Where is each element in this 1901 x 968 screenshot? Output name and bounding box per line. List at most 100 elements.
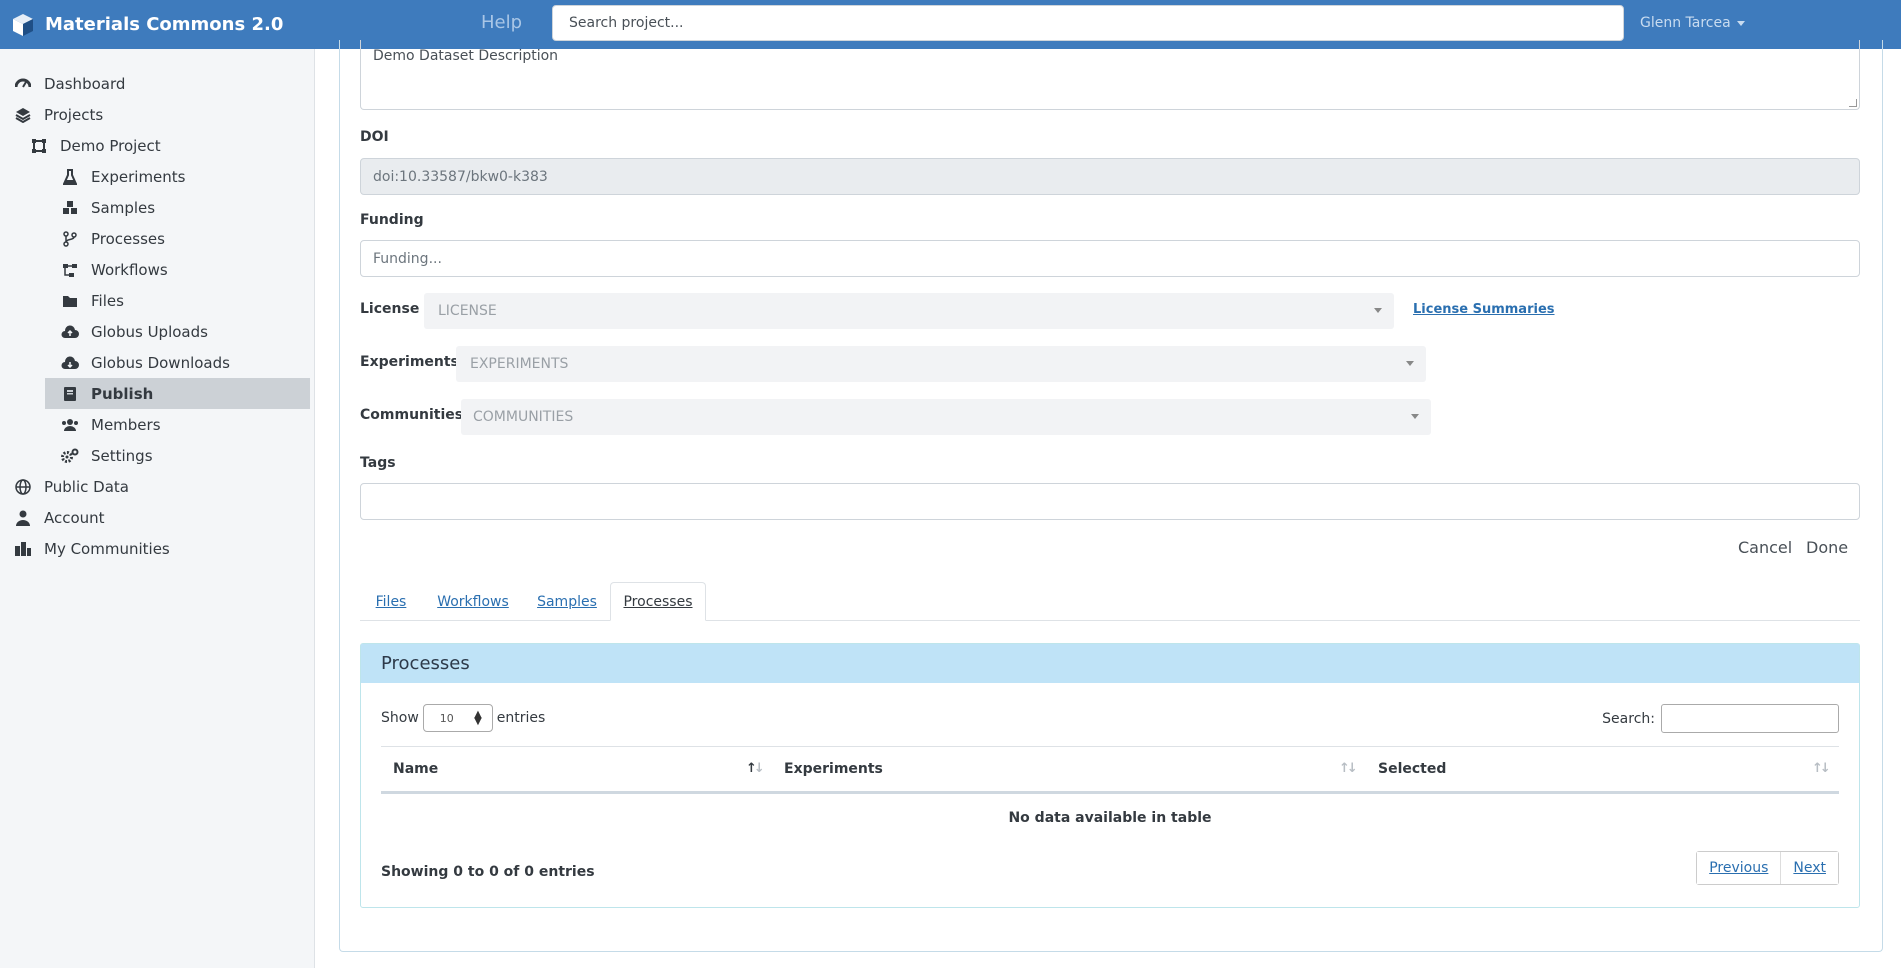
sidebar-item-samples[interactable]: Samples: [61, 192, 155, 223]
sidebar-item-label: Workflows: [91, 260, 168, 279]
sidebar-item-label: Publish: [91, 384, 154, 403]
processes-table: Name ↑↓ Experiments ↑↓ Selected ↑↓ No da…: [381, 746, 1839, 842]
tab-files[interactable]: Files: [368, 582, 414, 621]
sidebar-item-processes[interactable]: Processes: [61, 223, 165, 254]
sidebar-item-dashboard[interactable]: Dashboard: [14, 68, 125, 99]
license-label: License: [360, 301, 420, 317]
entries-label: entries: [496, 710, 546, 726]
next-button[interactable]: Next: [1780, 852, 1838, 884]
sidebar-item-account[interactable]: Account: [14, 502, 105, 533]
done-button[interactable]: Done: [1806, 538, 1848, 557]
tab-processes[interactable]: Processes: [610, 582, 706, 621]
license-summaries-link[interactable]: License Summaries: [1413, 302, 1555, 317]
sidebar-item-label: Samples: [91, 198, 156, 217]
sidebar-item-public-data[interactable]: Public Data: [14, 471, 129, 502]
table-search: Search:: [1602, 704, 1839, 733]
sidebar-item-label: Account: [44, 508, 105, 527]
book-icon: [61, 385, 79, 403]
sidebar-item-my-communities[interactable]: My Communities: [14, 533, 170, 564]
panel-title: Processes: [361, 644, 1859, 683]
experiments-value: EXPERIMENTS: [470, 356, 569, 372]
cubes-icon: [61, 199, 79, 217]
cloud-upload-icon: [61, 323, 79, 341]
sidebar-item-projects[interactable]: Projects: [14, 99, 103, 130]
sidebar-item-settings[interactable]: Settings: [61, 440, 153, 471]
communities-label: Communities: [360, 407, 464, 423]
users-icon: [61, 416, 79, 434]
layers-icon: [14, 106, 32, 124]
processes-panel: Processes Show 10 ▲ ▼ entries Search: Nam…: [360, 643, 1860, 908]
sidebar-item-label: Public Data: [44, 477, 129, 496]
sort-asc-icon[interactable]: ↑↓: [746, 761, 765, 776]
sidebar-item-demo-project[interactable]: Demo Project: [30, 130, 161, 161]
caret-down-icon: [1374, 308, 1382, 313]
sidebar-item-globus-uploads[interactable]: Globus Uploads: [61, 316, 208, 347]
caret-down-icon: [1736, 20, 1745, 26]
sidebar-item-label: My Communities: [44, 539, 170, 558]
project-icon: [30, 137, 48, 155]
column-name[interactable]: Name: [393, 761, 438, 777]
tab-workflows[interactable]: Workflows: [432, 582, 514, 621]
experiments-label: Experiments: [360, 354, 459, 370]
experiments-select[interactable]: EXPERIMENTS: [456, 346, 1426, 382]
doi-label: DOI: [360, 129, 389, 145]
brand[interactable]: Materials Commons 2.0: [11, 13, 283, 37]
cube-logo-icon: [13, 13, 33, 36]
resize-handle[interactable]: [1849, 99, 1857, 107]
tags-label: Tags: [360, 455, 396, 471]
page-length-value: 10: [439, 711, 454, 725]
sidebar-item-label: Globus Uploads: [91, 322, 208, 341]
search-label: Search:: [1602, 710, 1655, 727]
table-info: Showing 0 to 0 of 0 entries: [381, 864, 595, 880]
page-length-control: Show 10 ▲ ▼ entries: [381, 704, 545, 732]
page-length-select[interactable]: 10 ▲ ▼: [422, 704, 493, 732]
city-icon: [14, 540, 32, 558]
sidebar-item-label: Experiments: [91, 167, 186, 186]
sidebar-item-publish[interactable]: Publish: [45, 378, 310, 409]
communities-value: COMMUNITIES: [473, 409, 574, 425]
tags-input[interactable]: [360, 483, 1860, 520]
description-textarea[interactable]: Demo Dataset Description: [360, 40, 1860, 110]
sidebar-item-members[interactable]: Members: [61, 409, 161, 440]
globe-icon: [14, 478, 32, 496]
communities-select[interactable]: COMMUNITIES: [461, 399, 1431, 435]
sidebar-item-workflows[interactable]: Workflows: [61, 254, 168, 285]
sidebar-item-label: Dashboard: [44, 74, 126, 93]
column-experiments[interactable]: Experiments: [784, 761, 883, 777]
sidebar-item-label: Processes: [91, 229, 165, 248]
sidebar-item-label: Members: [91, 415, 161, 434]
empty-table-message: No data available in table: [1008, 810, 1212, 826]
cancel-button[interactable]: Cancel: [1738, 538, 1792, 557]
funding-label: Funding: [360, 212, 424, 228]
dashboard-icon: [14, 75, 32, 93]
sidebar-item-globus-downloads[interactable]: Globus Downloads: [61, 347, 230, 378]
sidebar-item-experiments[interactable]: Experiments: [61, 161, 185, 192]
sidebar-item-label: Globus Downloads: [91, 353, 230, 372]
sort-both-icon[interactable]: ↑↓: [1339, 761, 1358, 776]
sidebar-item-label: Projects: [44, 105, 104, 124]
user-name: Glenn Tarcea: [1640, 15, 1731, 31]
column-selected[interactable]: Selected: [1378, 761, 1446, 777]
table-search-input[interactable]: [1661, 704, 1839, 733]
previous-button[interactable]: Previous: [1697, 852, 1781, 884]
caret-down-icon: [1406, 361, 1414, 366]
workflow-icon: [61, 261, 79, 279]
funding-placeholder: Funding...: [373, 250, 442, 267]
cogs-icon: [61, 447, 79, 465]
app-title: Materials Commons 2.0: [45, 14, 284, 35]
search-project-input[interactable]: [552, 5, 1624, 41]
user-icon: [14, 509, 32, 527]
license-select[interactable]: LICENSE: [424, 293, 1394, 329]
tab-samples[interactable]: Samples: [532, 582, 602, 621]
sort-both-icon[interactable]: ↑↓: [1812, 761, 1831, 776]
sidebar-item-label: Files: [91, 291, 124, 310]
help-link[interactable]: Help: [481, 12, 522, 33]
funding-input[interactable]: Funding...: [360, 240, 1860, 277]
user-menu[interactable]: Glenn Tarcea: [1640, 15, 1745, 31]
sidebar-item-label: Demo Project: [60, 136, 161, 155]
doi-field: doi:10.33587/bkw0-k383: [360, 158, 1860, 195]
flask-icon: [61, 168, 79, 186]
branch-icon: [61, 230, 79, 248]
sidebar-item-files[interactable]: Files: [61, 285, 124, 316]
doi-value: doi:10.33587/bkw0-k383: [373, 168, 548, 185]
